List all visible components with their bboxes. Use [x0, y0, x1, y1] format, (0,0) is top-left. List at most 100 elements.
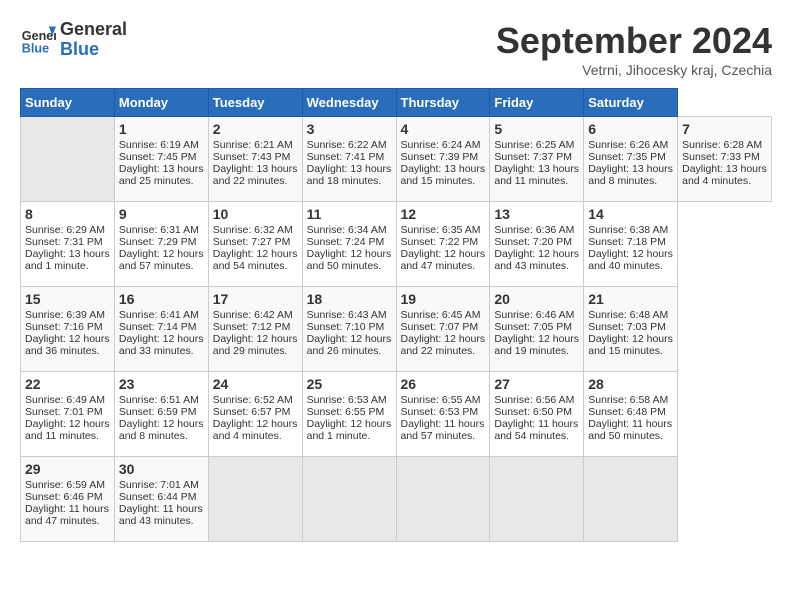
day-number: 24: [213, 376, 298, 392]
daylight-text: Daylight: 12 hours and 29 minutes.: [213, 333, 298, 357]
sunset-text: Sunset: 6:46 PM: [25, 491, 110, 503]
sunrise-text: Sunrise: 6:56 AM: [494, 394, 579, 406]
calendar-cell: [208, 457, 302, 542]
calendar-cell: 20Sunrise: 6:46 AMSunset: 7:05 PMDayligh…: [490, 287, 584, 372]
sunrise-text: Sunrise: 6:55 AM: [401, 394, 486, 406]
sunrise-text: Sunrise: 6:21 AM: [213, 139, 298, 151]
daylight-text: Daylight: 13 hours and 11 minutes.: [494, 163, 579, 187]
sunset-text: Sunset: 6:50 PM: [494, 406, 579, 418]
day-number: 27: [494, 376, 579, 392]
calendar-cell: 7 Sunrise: 6:28 AMSunset: 7:33 PMDaylight…: [678, 117, 772, 202]
sunrise-text: Sunrise: 6:59 AM: [25, 479, 110, 491]
day-number: 2: [213, 121, 298, 137]
day-number: 6: [588, 121, 673, 137]
calendar-week-5: 29Sunrise: 6:59 AMSunset: 6:46 PMDayligh…: [21, 457, 772, 542]
sunset-text: Sunset: 6:55 PM: [307, 406, 392, 418]
day-number: 23: [119, 376, 204, 392]
header-day-monday: Monday: [114, 89, 208, 117]
calendar-cell: 14Sunrise: 6:38 AMSunset: 7:18 PMDayligh…: [584, 202, 678, 287]
month-title: September 2024: [496, 20, 772, 62]
header-day-saturday: Saturday: [584, 89, 678, 117]
sunrise-text: Sunrise: 6:58 AM: [588, 394, 673, 406]
calendar-cell: 27Sunrise: 6:56 AMSunset: 6:50 PMDayligh…: [490, 372, 584, 457]
sunrise-text: Sunrise: 6:35 AM: [401, 224, 486, 236]
day-number: 3: [307, 121, 392, 137]
calendar-week-1: 1Sunrise: 6:19 AMSunset: 7:45 PMDaylight…: [21, 117, 772, 202]
daylight-text: Daylight: 11 hours and 43 minutes.: [119, 503, 204, 527]
daylight-text: Daylight: 12 hours and 36 minutes.: [25, 333, 110, 357]
sunrise-text: Sunrise: 6:29 AM: [25, 224, 110, 236]
calendar-cell: 5Sunrise: 6:25 AMSunset: 7:37 PMDaylight…: [490, 117, 584, 202]
header-day-friday: Friday: [490, 89, 584, 117]
daylight-text: Daylight: 13 hours and 22 minutes.: [213, 163, 298, 187]
calendar-cell: 19Sunrise: 6:45 AMSunset: 7:07 PMDayligh…: [396, 287, 490, 372]
calendar-cell: 17Sunrise: 6:42 AMSunset: 7:12 PMDayligh…: [208, 287, 302, 372]
sunset-text: Sunset: 7:12 PM: [213, 321, 298, 333]
calendar-cell: 12Sunrise: 6:35 AMSunset: 7:22 PMDayligh…: [396, 202, 490, 287]
calendar-cell: 13Sunrise: 6:36 AMSunset: 7:20 PMDayligh…: [490, 202, 584, 287]
header-day-wednesday: Wednesday: [302, 89, 396, 117]
sunrise-text: Sunrise: 6:39 AM: [25, 309, 110, 321]
daylight-text: Daylight: 12 hours and 47 minutes.: [401, 248, 486, 272]
daylight-text: Daylight: 12 hours and 15 minutes.: [588, 333, 673, 357]
daylight-text: Daylight: 13 hours and 4 minutes.: [682, 163, 767, 187]
calendar-cell: 8Sunrise: 6:29 AMSunset: 7:31 PMDaylight…: [21, 202, 115, 287]
calendar-cell: [21, 117, 115, 202]
sunrise-text: Sunrise: 6:42 AM: [213, 309, 298, 321]
calendar-cell: 15Sunrise: 6:39 AMSunset: 7:16 PMDayligh…: [21, 287, 115, 372]
day-number: 28: [588, 376, 673, 392]
daylight-text: Daylight: 12 hours and 8 minutes.: [119, 418, 204, 442]
daylight-text: Daylight: 11 hours and 50 minutes.: [588, 418, 673, 442]
sunset-text: Sunset: 7:43 PM: [213, 151, 298, 163]
daylight-text: Daylight: 11 hours and 57 minutes.: [401, 418, 486, 442]
calendar-body: 1Sunrise: 6:19 AMSunset: 7:45 PMDaylight…: [21, 117, 772, 542]
sunset-text: Sunset: 7:29 PM: [119, 236, 204, 248]
calendar-cell: [584, 457, 678, 542]
day-number: 19: [401, 291, 486, 307]
day-number: 14: [588, 206, 673, 222]
sunset-text: Sunset: 6:44 PM: [119, 491, 204, 503]
sunrise-text: Sunrise: 6:28 AM: [682, 139, 767, 151]
day-number: 7: [682, 121, 767, 137]
daylight-text: Daylight: 13 hours and 1 minute.: [25, 248, 110, 272]
sunset-text: Sunset: 7:33 PM: [682, 151, 767, 163]
calendar-cell: 3 Sunrise: 6:22 AMSunset: 7:41 PMDaylight…: [302, 117, 396, 202]
sunset-text: Sunset: 7:45 PM: [119, 151, 204, 163]
sunrise-text: Sunrise: 6:32 AM: [213, 224, 298, 236]
calendar-header: SundayMondayTuesdayWednesdayThursdayFrid…: [21, 89, 772, 117]
calendar-cell: 28Sunrise: 6:58 AMSunset: 6:48 PMDayligh…: [584, 372, 678, 457]
calendar-cell: 25Sunrise: 6:53 AMSunset: 6:55 PMDayligh…: [302, 372, 396, 457]
sunset-text: Sunset: 7:05 PM: [494, 321, 579, 333]
sunset-text: Sunset: 7:35 PM: [588, 151, 673, 163]
location-subtitle: Vetrni, Jihocesky kraj, Czechia: [496, 62, 772, 78]
calendar-cell: 6Sunrise: 6:26 AMSunset: 7:35 PMDaylight…: [584, 117, 678, 202]
sunset-text: Sunset: 7:37 PM: [494, 151, 579, 163]
header-day-thursday: Thursday: [396, 89, 490, 117]
daylight-text: Daylight: 12 hours and 11 minutes.: [25, 418, 110, 442]
daylight-text: Daylight: 12 hours and 33 minutes.: [119, 333, 204, 357]
calendar-cell: 4Sunrise: 6:24 AMSunset: 7:39 PMDaylight…: [396, 117, 490, 202]
calendar-cell: [396, 457, 490, 542]
header-day-tuesday: Tuesday: [208, 89, 302, 117]
daylight-text: Daylight: 12 hours and 4 minutes.: [213, 418, 298, 442]
day-number: 5: [494, 121, 579, 137]
sunrise-text: Sunrise: 6:45 AM: [401, 309, 486, 321]
calendar-table: SundayMondayTuesdayWednesdayThursdayFrid…: [20, 88, 772, 542]
sunrise-text: Sunrise: 6:22 AM: [307, 139, 392, 151]
calendar-cell: 23Sunrise: 6:51 AMSunset: 6:59 PMDayligh…: [114, 372, 208, 457]
calendar-cell: [302, 457, 396, 542]
calendar-week-3: 15Sunrise: 6:39 AMSunset: 7:16 PMDayligh…: [21, 287, 772, 372]
header-day-sunday: Sunday: [21, 89, 115, 117]
sunrise-text: Sunrise: 7:01 AM: [119, 479, 204, 491]
daylight-text: Daylight: 13 hours and 18 minutes.: [307, 163, 392, 187]
sunrise-text: Sunrise: 6:53 AM: [307, 394, 392, 406]
day-number: 16: [119, 291, 204, 307]
sunrise-text: Sunrise: 6:34 AM: [307, 224, 392, 236]
calendar-cell: 11Sunrise: 6:34 AMSunset: 7:24 PMDayligh…: [302, 202, 396, 287]
calendar-cell: 16Sunrise: 6:41 AMSunset: 7:14 PMDayligh…: [114, 287, 208, 372]
daylight-text: Daylight: 11 hours and 47 minutes.: [25, 503, 110, 527]
sunrise-text: Sunrise: 6:52 AM: [213, 394, 298, 406]
sunset-text: Sunset: 7:41 PM: [307, 151, 392, 163]
sunset-text: Sunset: 7:20 PM: [494, 236, 579, 248]
sunset-text: Sunset: 6:57 PM: [213, 406, 298, 418]
